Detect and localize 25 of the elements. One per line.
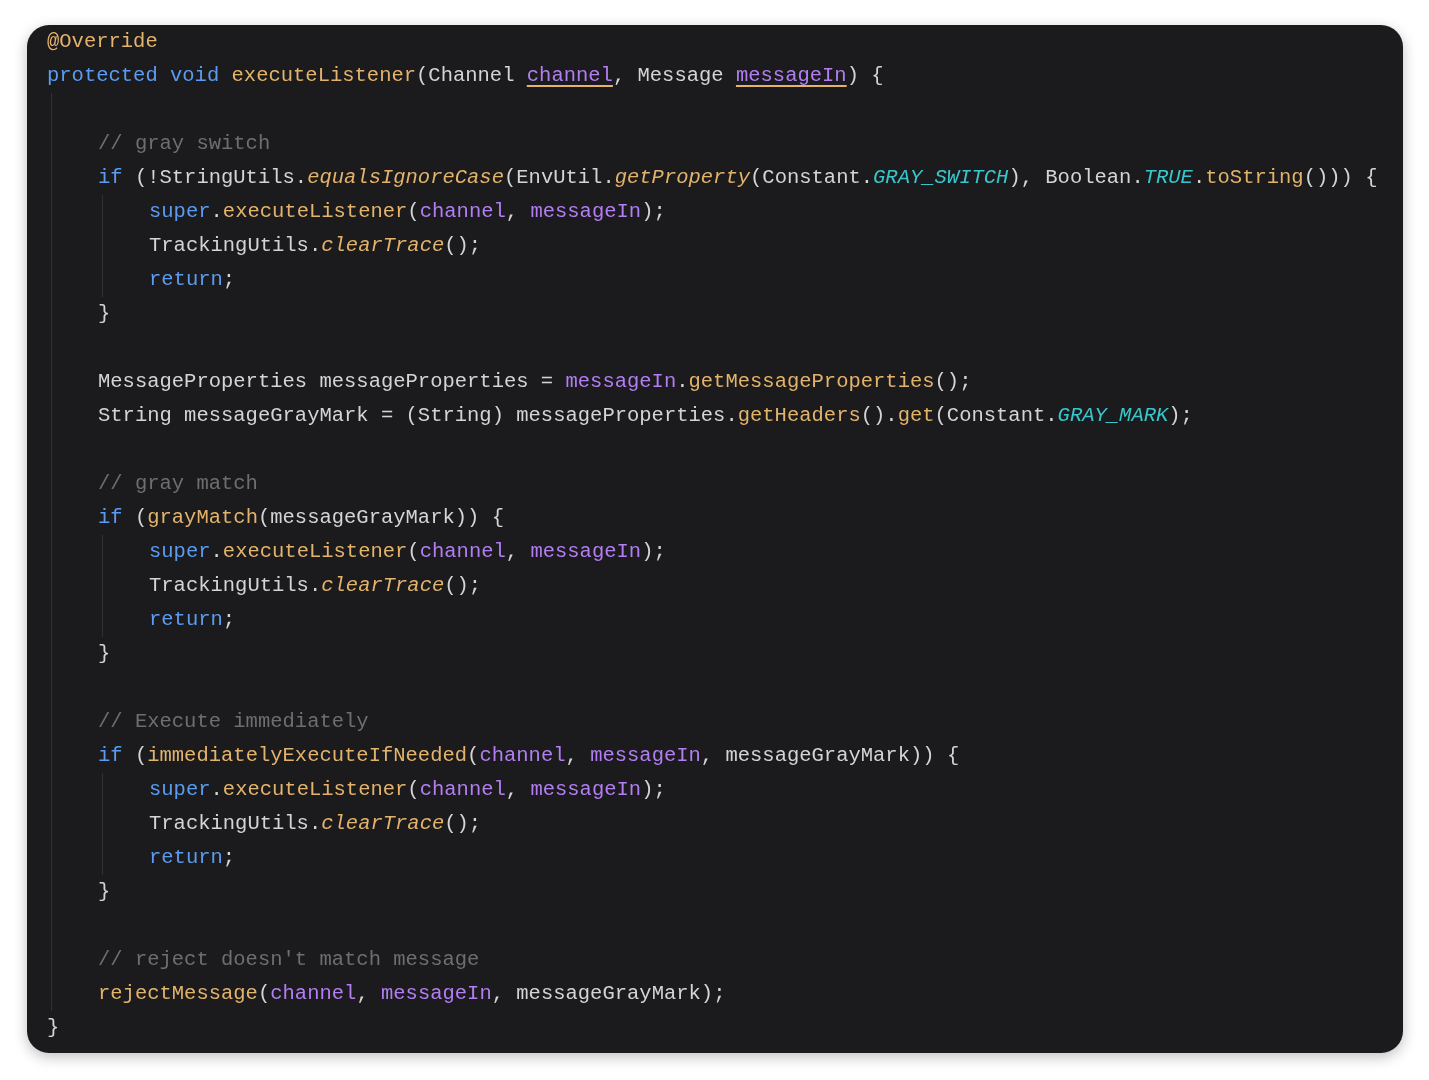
code-line: if (grayMatch(messageGrayMark)) { [98, 505, 504, 531]
code-line: super.executeListener(channel, messageIn); [149, 539, 666, 565]
code-line: return; [149, 845, 236, 871]
code-line: } [47, 1015, 60, 1041]
code-line: } [98, 641, 111, 667]
code-line: return; [149, 267, 236, 293]
code-comment: // reject doesn't match message [98, 947, 480, 973]
code-line: protected void executeListener(Channel channel, Message messageIn) { [47, 63, 884, 89]
code-comment: // gray switch [98, 131, 271, 157]
code-line: TrackingUtils.clearTrace(); [149, 811, 482, 837]
code-line: String messageGrayMark = (String) messageProperties.getHeaders().get(Constant.GRAY_MARK); [98, 403, 1193, 429]
code-line: super.executeListener(channel, messageIn); [149, 199, 666, 225]
code-line: rejectMessage(channel, messageIn, messageGrayMark); [98, 981, 726, 1007]
code-line: TrackingUtils.clearTrace(); [149, 233, 482, 259]
code-line: MessageProperties messageProperties = messageIn.getMessageProperties(); [98, 369, 972, 395]
code-comment: // Execute immediately [98, 709, 369, 735]
code-line: return; [149, 607, 236, 633]
code-comment: // gray match [98, 471, 258, 497]
code-line: } [98, 301, 111, 327]
code-line: if (!StringUtils.equalsIgnoreCase(EnvUtil.getProperty(Constant.GRAY_SWITCH), Boolean.TRUE.toString())) { [98, 165, 1378, 191]
code-line: } [98, 879, 111, 905]
code-line: @Override [47, 29, 158, 55]
code-line: super.executeListener(channel, messageIn); [149, 777, 666, 803]
code-line: TrackingUtils.clearTrace(); [149, 573, 482, 599]
code-line: if (immediatelyExecuteIfNeeded(channel, messageIn, messageGrayMark)) { [98, 743, 960, 769]
